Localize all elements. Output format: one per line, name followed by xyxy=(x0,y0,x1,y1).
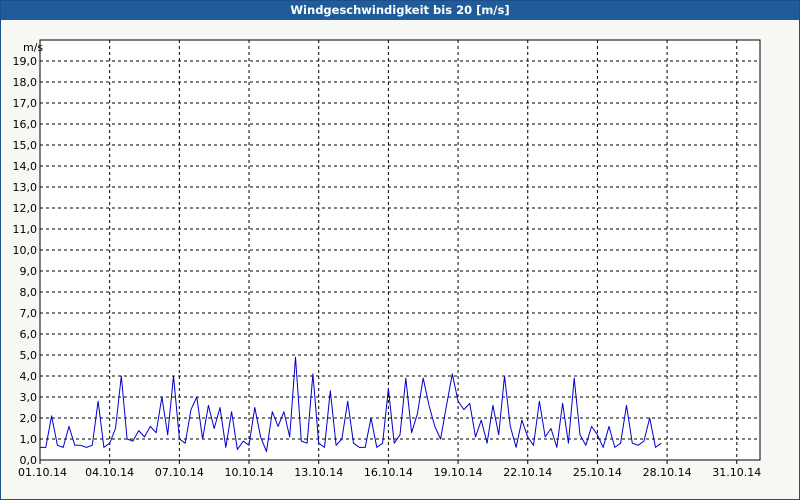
x-tick-label: 25.10.14 xyxy=(573,466,622,479)
y-tick-label: 2,0 xyxy=(20,412,38,425)
y-axis: m/s 0,01,02,03,04,05,06,07,08,09,010,011… xyxy=(13,41,44,467)
x-tick-label: 22.10.14 xyxy=(503,466,552,479)
x-tick-label: 13.10.14 xyxy=(294,466,343,479)
wind-speed-chart: m/s 0,01,02,03,04,05,06,07,08,09,010,011… xyxy=(13,39,761,479)
y-tick-label: 12,0 xyxy=(13,202,38,215)
y-tick-label: 17,0 xyxy=(13,97,38,110)
y-tick-label: 9,0 xyxy=(20,265,38,278)
x-axis: 01.10.14 04.10.14 07.10.14 10.10.14 13.10.14… xyxy=(18,460,761,479)
y-tick-label: 8,0 xyxy=(20,286,38,299)
x-tick-label: 31.10.14 xyxy=(712,466,761,479)
grid xyxy=(40,40,760,460)
y-tick-label: 15,0 xyxy=(13,139,38,152)
y-tick-label: 13,0 xyxy=(13,181,38,194)
x-tick-label: 04.10.14 xyxy=(85,466,134,479)
y-tick-label: 1,0 xyxy=(20,433,38,446)
x-tick-label: 19.10.14 xyxy=(434,466,483,479)
y-tick-label: 14,0 xyxy=(13,160,38,173)
y-tick-label: 4,0 xyxy=(20,370,38,383)
y-tick-label: 16,0 xyxy=(13,118,38,131)
y-tick-label: 7,0 xyxy=(20,307,38,320)
x-tick-label: 07.10.14 xyxy=(155,466,204,479)
x-tick-label: 01.10.14 xyxy=(18,466,67,479)
y-tick-label: 11,0 xyxy=(13,223,38,236)
x-tick-label: 28.10.14 xyxy=(643,466,692,479)
x-tick-label: 16.10.14 xyxy=(364,466,413,479)
y-tick-label: 6,0 xyxy=(20,328,38,341)
y-tick-label: 5,0 xyxy=(20,349,38,362)
y-tick-label: 19,0 xyxy=(13,55,38,68)
y-tick-label: 10,0 xyxy=(13,244,38,257)
y-axis-unit: m/s xyxy=(23,41,43,54)
y-tick-label: 18,0 xyxy=(13,76,38,89)
y-tick-label: 3,0 xyxy=(20,391,38,404)
x-tick-label: 10.10.14 xyxy=(225,466,274,479)
